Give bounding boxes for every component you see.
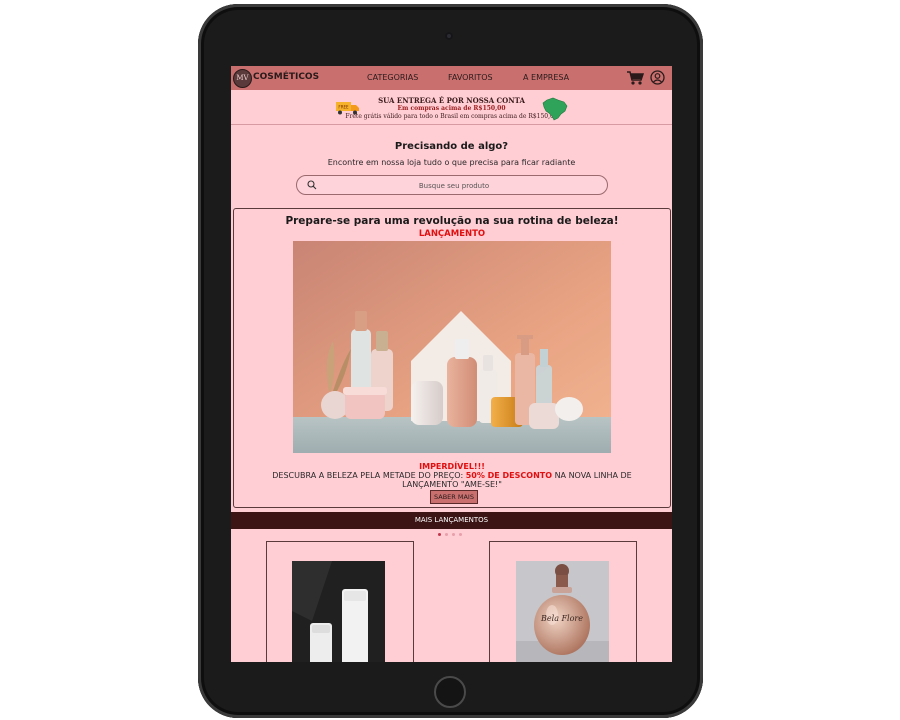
promo-alert: IMPERDÍVEL!!!	[419, 462, 485, 471]
carousel-dots	[438, 533, 468, 537]
logo-badge[interactable]: MV	[233, 69, 252, 88]
camera-icon	[445, 32, 453, 40]
search-input[interactable]	[327, 178, 581, 194]
promo-description: DESCUBRA A BELEZA PELA METADE DO PREÇO: …	[244, 471, 660, 489]
promo-tag: LANÇAMENTO	[418, 229, 486, 239]
promo-section: Prepare-se para uma revolução na sua rot…	[233, 208, 671, 508]
top-nav: MV COSMÉTICOS CATEGORIAS FAVORITOS A EMP…	[231, 66, 672, 90]
launches-header-bar: MAIS LANÇAMENTOS	[231, 512, 672, 529]
brazil-map-icon	[542, 97, 568, 121]
carousel-dot[interactable]	[459, 533, 462, 536]
promo-discount: 50% DE DESCONTO	[465, 471, 553, 480]
launches-title: MAIS LANÇAMENTOS	[414, 516, 489, 524]
nav-categorias[interactable]: CATEGORIAS	[367, 73, 418, 82]
product-image-perfume: Bela Flore	[516, 561, 609, 662]
nav-a-empresa[interactable]: A EMPRESA	[523, 73, 569, 82]
nav-favoritos[interactable]: FAVORITOS	[448, 73, 493, 82]
shipping-headline: SUA ENTREGA É POR NOSSA CONTA	[378, 96, 525, 105]
hero-cosmetics-image	[293, 241, 611, 453]
shipping-banner: FREE SUA ENTREGA É POR NOSSA CONTA Em co…	[231, 90, 672, 125]
home-button[interactable]	[434, 676, 466, 708]
search-icon[interactable]	[307, 180, 317, 190]
carousel-dot[interactable]	[438, 533, 441, 536]
search-subtitle: Encontre em nossa loja tudo o que precis…	[327, 158, 576, 167]
promo-desc-before: DESCUBRA A BELEZA PELA METADE DO PREÇO:	[272, 471, 466, 480]
carousel-dot[interactable]	[452, 533, 455, 536]
saber-mais-button[interactable]: SABER MAIS	[430, 490, 478, 504]
product-image-tubes	[292, 561, 385, 662]
shipping-highlight: Em compras acima de R$150,00	[397, 105, 506, 112]
screen: MV COSMÉTICOS CATEGORIAS FAVORITOS A EMP…	[231, 66, 672, 662]
carousel-dot[interactable]	[445, 533, 448, 536]
search-bar[interactable]	[296, 175, 608, 195]
user-account-icon[interactable]	[650, 70, 665, 85]
cart-icon[interactable]	[626, 70, 644, 86]
promo-title: Prepare-se para uma revolução na sua rot…	[285, 215, 619, 227]
tablet-frame: MV COSMÉTICOS CATEGORIAS FAVORITOS A EMP…	[198, 4, 703, 718]
perfume-label: Bela Flore	[540, 614, 583, 623]
shipping-detail: Frete grátis válido para todo o Brasil e…	[345, 113, 558, 120]
brand-name[interactable]: COSMÉTICOS	[253, 72, 319, 82]
search-heading: Precisando de algo?	[394, 141, 509, 152]
